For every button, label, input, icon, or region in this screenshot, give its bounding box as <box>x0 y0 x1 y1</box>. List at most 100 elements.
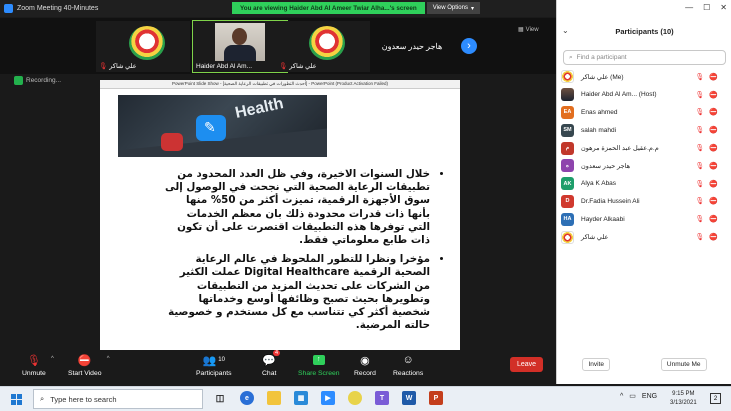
participant-name: Dr.Fadia Hussein Ali <box>581 197 640 205</box>
security-shield-icon <box>14 76 23 85</box>
participant-search-input[interactable]: ⌕ Find a participant <box>563 50 726 65</box>
mic-muted-icon: 🎙 <box>695 145 705 153</box>
mic-muted-icon: 🎙 <box>695 234 705 242</box>
unmute-me-button[interactable]: Unmute Me <box>660 358 707 371</box>
chat-badge: 4 <box>272 350 281 356</box>
participant-avatar <box>561 230 574 244</box>
participant-row[interactable]: م م.م.عقيل عبد الحمزة مرهون 🎙 ⛔ <box>557 139 731 157</box>
reactions-button[interactable]: ☺ Reactions <box>393 353 423 377</box>
meeting-controls: 🎙 Unmute ^ ⛔ Start Video ^ 👥 10 Participa… <box>0 350 556 384</box>
tray-arrow-icon[interactable]: ^ <box>620 393 623 400</box>
participant-row[interactable]: HA Hayder Alkaabi 🎙 ⛔ <box>557 210 731 228</box>
window-controls: — ☐ ✕ <box>685 3 727 12</box>
participant-row[interactable]: ه هاجر حيدر سعدون 🎙 ⛔ <box>557 157 731 175</box>
participant-row[interactable]: AK Alya K Abas 🎙 ⛔ <box>557 175 731 193</box>
battery-icon[interactable]: ▭ <box>629 392 636 400</box>
participants-button[interactable]: 👥 10 Participants <box>196 353 232 378</box>
chevron-up-icon[interactable]: ^ <box>51 356 54 362</box>
name-only-tile[interactable]: هاجر حيدر سعدون <box>372 21 452 72</box>
video-off-icon: ⛔ <box>709 198 718 206</box>
slide-bullet-list: خلال السنوات الاخيرة، وفي ظل العدد المحد… <box>162 168 442 338</box>
participant-row[interactable]: D Dr.Fadia Hussein Ali 🎙 ⛔ <box>557 193 731 211</box>
mic-muted-icon: 🎙 <box>26 354 41 367</box>
participant-name: Hayder Alkaabi <box>581 215 625 223</box>
notification-center-icon[interactable]: 2 <box>710 393 721 404</box>
smiley-icon: ☺ <box>402 354 414 366</box>
video-off-icon: ⛔ <box>709 91 718 99</box>
leave-button[interactable]: Leave <box>510 357 543 372</box>
zoom-app-icon[interactable]: ▶ <box>321 391 335 405</box>
participant-photo <box>215 23 265 61</box>
participant-row[interactable]: علي شاكر 🎙 ⛔ <box>557 228 731 246</box>
screen: Zoom Meeting 40-Minutes You are viewing … <box>0 0 731 411</box>
participant-name: Enas ahmed <box>581 108 618 116</box>
teams-icon[interactable]: T <box>375 391 389 405</box>
participant-name: علي شاكر <box>581 234 609 242</box>
edge-icon[interactable]: e <box>240 391 254 405</box>
participants-panel: — ☐ ✕ ⌄ Participants (10) ⌕ Find a parti… <box>556 0 731 384</box>
next-page-arrow-icon[interactable]: › <box>461 38 477 54</box>
powerpoint-icon[interactable]: P <box>429 391 443 405</box>
share-screen-button[interactable]: ↑ Share Screen <box>298 353 340 377</box>
participant-name: salah mahdi <box>581 126 617 134</box>
chat-icon: 💬 4 <box>262 350 281 367</box>
slide-health-app-image: Health <box>118 95 327 157</box>
health-image-text: Health <box>233 95 286 122</box>
invite-button[interactable]: Invite <box>582 358 610 371</box>
clock-time: 9:15 PM <box>672 391 695 397</box>
chrome-icon[interactable] <box>348 391 362 405</box>
unmute-button[interactable]: 🎙 Unmute ^ <box>22 353 54 378</box>
task-view-icon[interactable]: ◫ <box>213 391 227 405</box>
grid-icon: ▦ <box>518 27 524 33</box>
participant-avatar: D <box>561 194 574 208</box>
share-screen-icon: ↑ <box>312 353 325 367</box>
maximize-icon[interactable]: ☐ <box>703 3 710 12</box>
mic-muted-icon: 🎙 <box>695 216 705 224</box>
slide-bullet: خلال السنوات الاخيرة، وفي ظل العدد المحد… <box>162 168 430 247</box>
participant-avatar: م <box>561 141 574 155</box>
participant-row[interactable]: علي شاكر (Me) 🎙 ⛔ <box>557 68 731 86</box>
store-icon[interactable]: ▦ <box>294 391 308 405</box>
panel-title: Participants (10) <box>615 27 674 36</box>
participant-name: هاجر حيدر سعدون <box>581 162 631 170</box>
video-thumbnail-strip: 🎙 علي شاكر Haider Abd Al Am... 🎙 علي شاكر … <box>0 18 556 74</box>
view-options-button[interactable]: View Options ▾ <box>426 2 480 14</box>
taskbar-search-input[interactable]: ⌕ Type here to search <box>33 389 203 409</box>
video-tile[interactable]: 🎙 علي شاكر <box>96 21 190 72</box>
view-options-label: View Options <box>432 5 468 11</box>
start-video-button[interactable]: ⛔ Start Video ^ <box>68 353 110 378</box>
video-off-icon: ⛔ <box>709 180 718 188</box>
taskbar-clock[interactable]: 9:15 PM 3/13/2021 <box>670 390 697 408</box>
zoom-meeting-window: Zoom Meeting 40-Minutes You are viewing … <box>0 0 556 384</box>
file-explorer-icon[interactable] <box>267 391 281 405</box>
video-tile[interactable]: 🎙 علي شاكر <box>276 21 370 72</box>
participant-avatar <box>561 70 574 84</box>
search-icon: ⌕ <box>569 53 573 61</box>
record-button[interactable]: ◉ Record <box>354 353 376 378</box>
participant-row[interactable]: EA Enas ahmed 🎙 ⛔ <box>557 104 731 122</box>
video-tile-active[interactable]: Haider Abd Al Am... <box>192 20 288 73</box>
word-icon[interactable]: W <box>402 391 416 405</box>
chevron-up-icon[interactable]: ^ <box>107 356 110 362</box>
taskbar-apps: ◫ e ▦ ▶ T W P <box>213 391 443 405</box>
minimize-icon[interactable]: — <box>685 3 693 12</box>
participant-row[interactable]: Haider Abd Al Am... (Host) 🎙 ⛔ <box>557 86 731 104</box>
participant-row[interactable]: SM salah mahdi 🎙 ⛔ <box>557 121 731 139</box>
language-indicator[interactable]: ENG <box>642 393 657 400</box>
windows-start-icon[interactable] <box>11 394 22 405</box>
mic-muted-icon: 🎙 <box>695 162 705 170</box>
mic-muted-icon: 🎙 <box>695 198 705 206</box>
participant-avatar: HA <box>561 212 574 226</box>
viewing-banner-bar: You are viewing Haider Abd Al Ameer Twia… <box>232 2 480 14</box>
participant-logo-image <box>309 26 345 60</box>
shared-screen: PowerPoint Slide Show - [أحدث التطورات ف… <box>100 80 460 350</box>
participant-avatar: ه <box>561 159 574 173</box>
participant-avatar: SM <box>561 123 574 137</box>
mic-muted-icon: 🎙 <box>695 91 705 99</box>
mic-muted-icon: 🎙 <box>695 180 705 188</box>
view-button[interactable]: ▦ View <box>518 26 539 34</box>
participants-count: 10 <box>218 357 225 363</box>
chat-button[interactable]: 💬 4 Chat <box>262 350 281 377</box>
close-icon[interactable]: ✕ <box>720 3 727 12</box>
mic-muted-icon: 🎙 <box>695 127 705 135</box>
